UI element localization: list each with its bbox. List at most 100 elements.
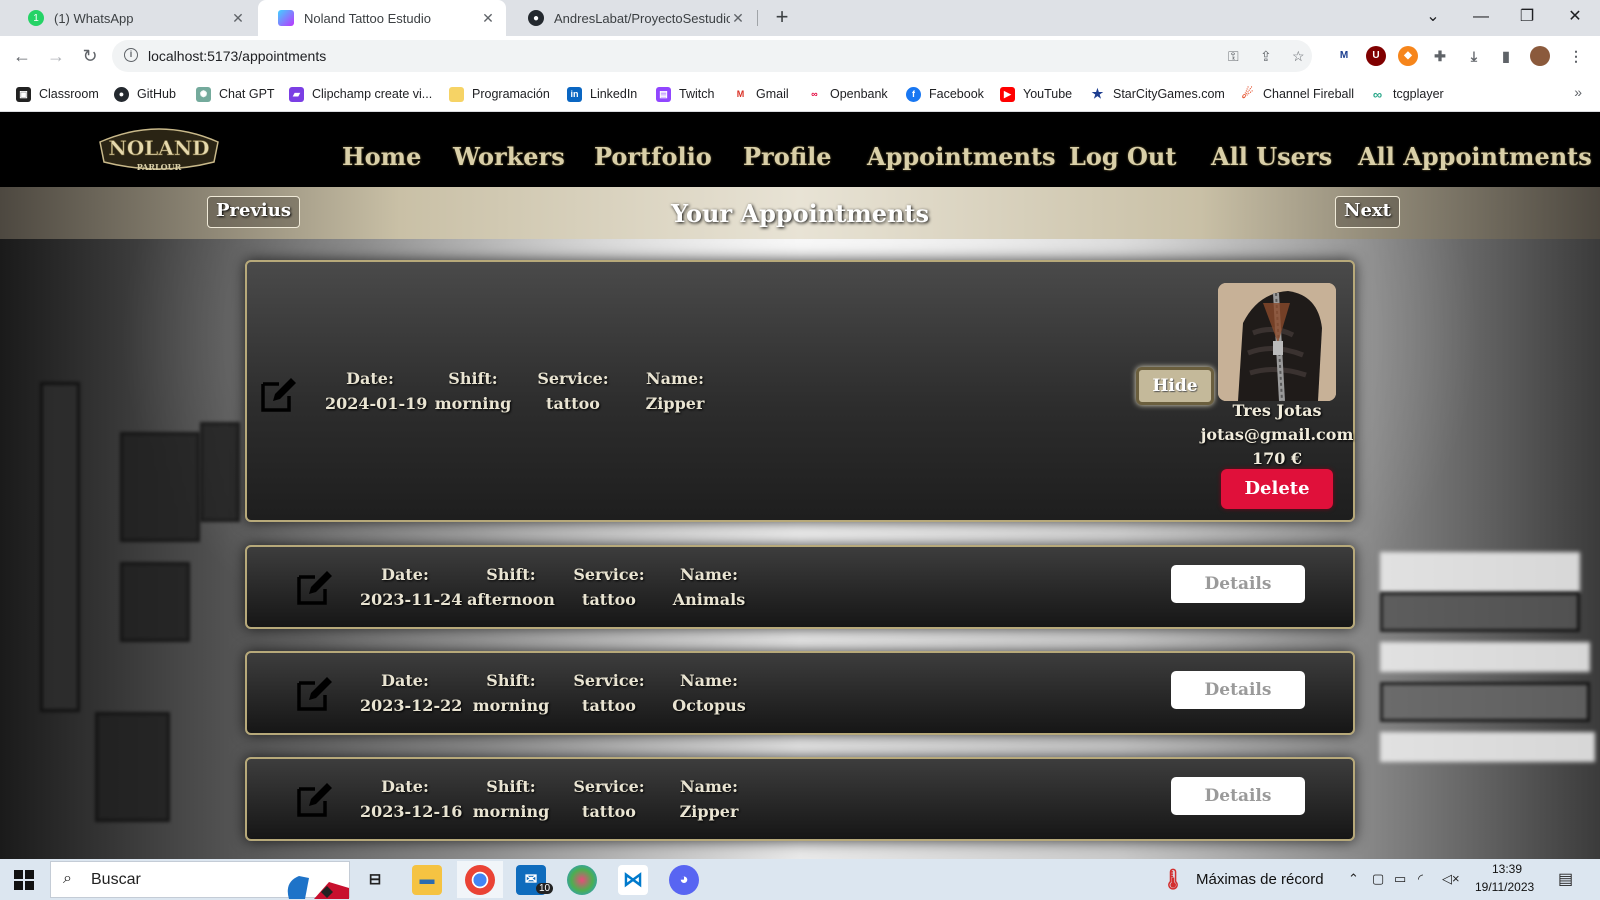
name-field: Name: Zipper [633, 366, 717, 416]
clock-time[interactable]: 13:39 [1492, 862, 1522, 876]
avatar[interactable] [1530, 46, 1550, 66]
sidepanel-icon[interactable]: ▮ [1496, 46, 1516, 66]
nav-all-appointments[interactable]: All Appointments [1358, 142, 1592, 171]
details-button[interactable]: Details [1171, 565, 1305, 603]
bookmark-label: GitHub [137, 87, 176, 101]
back-button[interactable]: ← [10, 44, 34, 68]
puzzle-icon[interactable]: ✚ [1430, 46, 1450, 66]
bookmark-openbank[interactable]: ∞ Openbank [807, 84, 888, 104]
bookmark-facebook[interactable]: f Facebook [906, 84, 984, 104]
name-value: Octopus [672, 696, 746, 715]
nav-all-users[interactable]: All Users [1211, 142, 1332, 171]
name-label: Name: [679, 671, 738, 690]
bookmark-linkedin[interactable]: in LinkedIn [567, 84, 637, 104]
bookmark-twitch[interactable]: ▤ Twitch [656, 84, 714, 104]
nav-appointments[interactable]: Appointments [867, 142, 1056, 171]
gmail-icon: M [733, 86, 748, 102]
windows-start-icon[interactable] [14, 870, 34, 890]
minimize-button[interactable]: — [1458, 0, 1504, 36]
tab-github[interactable]: ● AndresLabat/ProyectoSestudioD ✕ [508, 0, 756, 36]
forward-button[interactable]: → [44, 44, 68, 68]
taskbar-search[interactable]: ⌕ Buscar [50, 861, 350, 899]
chevron-up-icon[interactable]: ⌃ [1348, 871, 1359, 887]
noland-logo[interactable]: NOLAND PARLOUR [96, 120, 222, 180]
bookmark-gmail[interactable]: M Gmail [733, 84, 789, 104]
linkedin-icon: in [567, 86, 582, 102]
details-button[interactable]: Details [1171, 671, 1305, 709]
close-window-button[interactable]: ✕ [1552, 0, 1598, 36]
key-icon[interactable]: ⚿ [1228, 48, 1239, 65]
close-icon[interactable]: ✕ [730, 10, 746, 27]
discord-icon[interactable]: ◕ [669, 865, 699, 895]
share-icon[interactable]: ⇪ [1260, 48, 1272, 65]
new-tab-button[interactable]: + [768, 4, 796, 32]
notifications-icon[interactable]: ▤ [1558, 869, 1573, 889]
nav-workers[interactable]: Workers [453, 142, 565, 171]
battery-icon[interactable]: ▭ [1394, 871, 1406, 887]
tab-noland[interactable]: Noland Tattoo Estudio ✕ [258, 0, 506, 36]
close-icon[interactable]: ✕ [230, 10, 246, 27]
delete-button[interactable]: Delete [1221, 469, 1333, 509]
edit-icon[interactable] [259, 374, 299, 414]
address-bar[interactable]: i localhost:5173/appointments ⚿ ⇪ ☆ [112, 40, 1312, 72]
nav-home[interactable]: Home [342, 142, 421, 171]
name-field: Name: Octopus [667, 668, 751, 718]
clock-date[interactable]: 19/11/2023 [1475, 880, 1534, 894]
task-view-icon[interactable]: ⊟ [360, 865, 390, 895]
app-icon[interactable] [567, 865, 597, 895]
vscode-icon[interactable]: ⋈ [618, 865, 648, 895]
bookmarks-overflow-icon[interactable]: » [1574, 84, 1582, 100]
service-field: Service: tattoo [567, 774, 651, 824]
search-icon: ⌕ [63, 870, 72, 887]
kebab-menu-icon[interactable]: ⋮ [1566, 46, 1586, 66]
bookmark-channelfireball[interactable]: ☄ Channel Fireball [1240, 84, 1354, 104]
service-label: Service: [537, 369, 609, 388]
ublock-icon[interactable]: U [1366, 46, 1386, 66]
next-button[interactable]: Next [1335, 196, 1400, 228]
download-icon[interactable]: ⤓ [1464, 46, 1484, 66]
meet-icon[interactable]: ▢ [1372, 871, 1384, 887]
nav-portfolio[interactable]: Portfolio [594, 142, 712, 171]
metamask-icon[interactable]: ◆ [1398, 46, 1418, 66]
wifi-icon[interactable]: ◜ [1418, 871, 1423, 887]
name-field: Name: Animals [667, 562, 751, 612]
nav-profile[interactable]: Profile [743, 142, 832, 171]
bookmark-clipchamp[interactable]: ▰ Clipchamp create vi... [289, 84, 432, 104]
details-button[interactable]: Details [1171, 777, 1305, 815]
maximize-button[interactable]: ❐ [1504, 0, 1550, 36]
weather-icon[interactable]: 🌡 [1158, 865, 1188, 895]
bookmark-starcitygames[interactable]: ★ StarCityGames.com [1090, 84, 1225, 104]
background-frame [1380, 592, 1580, 632]
bookmark-tcgplayer[interactable]: ∞ tcgplayer [1370, 84, 1444, 104]
bookmark-github[interactable]: ● GitHub [114, 84, 176, 104]
bookmark-youtube[interactable]: ▶ YouTube [1000, 84, 1072, 104]
bookmark-label: YouTube [1023, 87, 1073, 101]
close-icon[interactable]: ✕ [480, 10, 496, 27]
star-icon[interactable]: ☆ [1292, 48, 1305, 65]
edit-icon[interactable] [295, 673, 335, 713]
site-navbar: NOLAND PARLOUR Home Workers Portfolio Pr… [0, 112, 1600, 187]
url-text[interactable]: localhost:5173/appointments [148, 48, 326, 64]
edit-icon[interactable] [295, 567, 335, 607]
tab-whatsapp[interactable]: 1 (1) WhatsApp ✕ [8, 0, 256, 36]
worker-name: Tres Jotas [1232, 401, 1322, 420]
tab-search-icon[interactable]: ⌄ [1410, 0, 1456, 36]
date-field: Date: 2023-12-16 [360, 774, 462, 824]
extension-m-icon[interactable]: M [1334, 46, 1354, 66]
volume-icon[interactable]: ◁× [1442, 871, 1460, 887]
bookmark-classroom[interactable]: ▣ Classroom [16, 84, 99, 104]
info-icon[interactable]: i [124, 48, 138, 62]
browser-tab-strip: 1 (1) WhatsApp ✕ Noland Tattoo Estudio ✕… [0, 0, 1600, 36]
reload-button[interactable]: ↻ [78, 44, 102, 68]
bookmark-programacion[interactable]: Programación [449, 84, 550, 104]
nav-logout[interactable]: Log Out [1069, 142, 1176, 171]
chrome-icon[interactable] [465, 865, 495, 895]
weather-text[interactable]: Máximas de récord [1196, 871, 1324, 888]
tab-label: Noland Tattoo Estudio [304, 10, 431, 26]
date-value: 2023-11-24 [360, 590, 463, 609]
previous-button[interactable]: Previus [207, 196, 300, 228]
background-frame [95, 712, 170, 822]
edit-icon[interactable] [295, 779, 335, 819]
file-explorer-icon[interactable]: ▬ [412, 865, 442, 895]
bookmark-chatgpt[interactable]: ✺ Chat GPT [196, 84, 275, 104]
